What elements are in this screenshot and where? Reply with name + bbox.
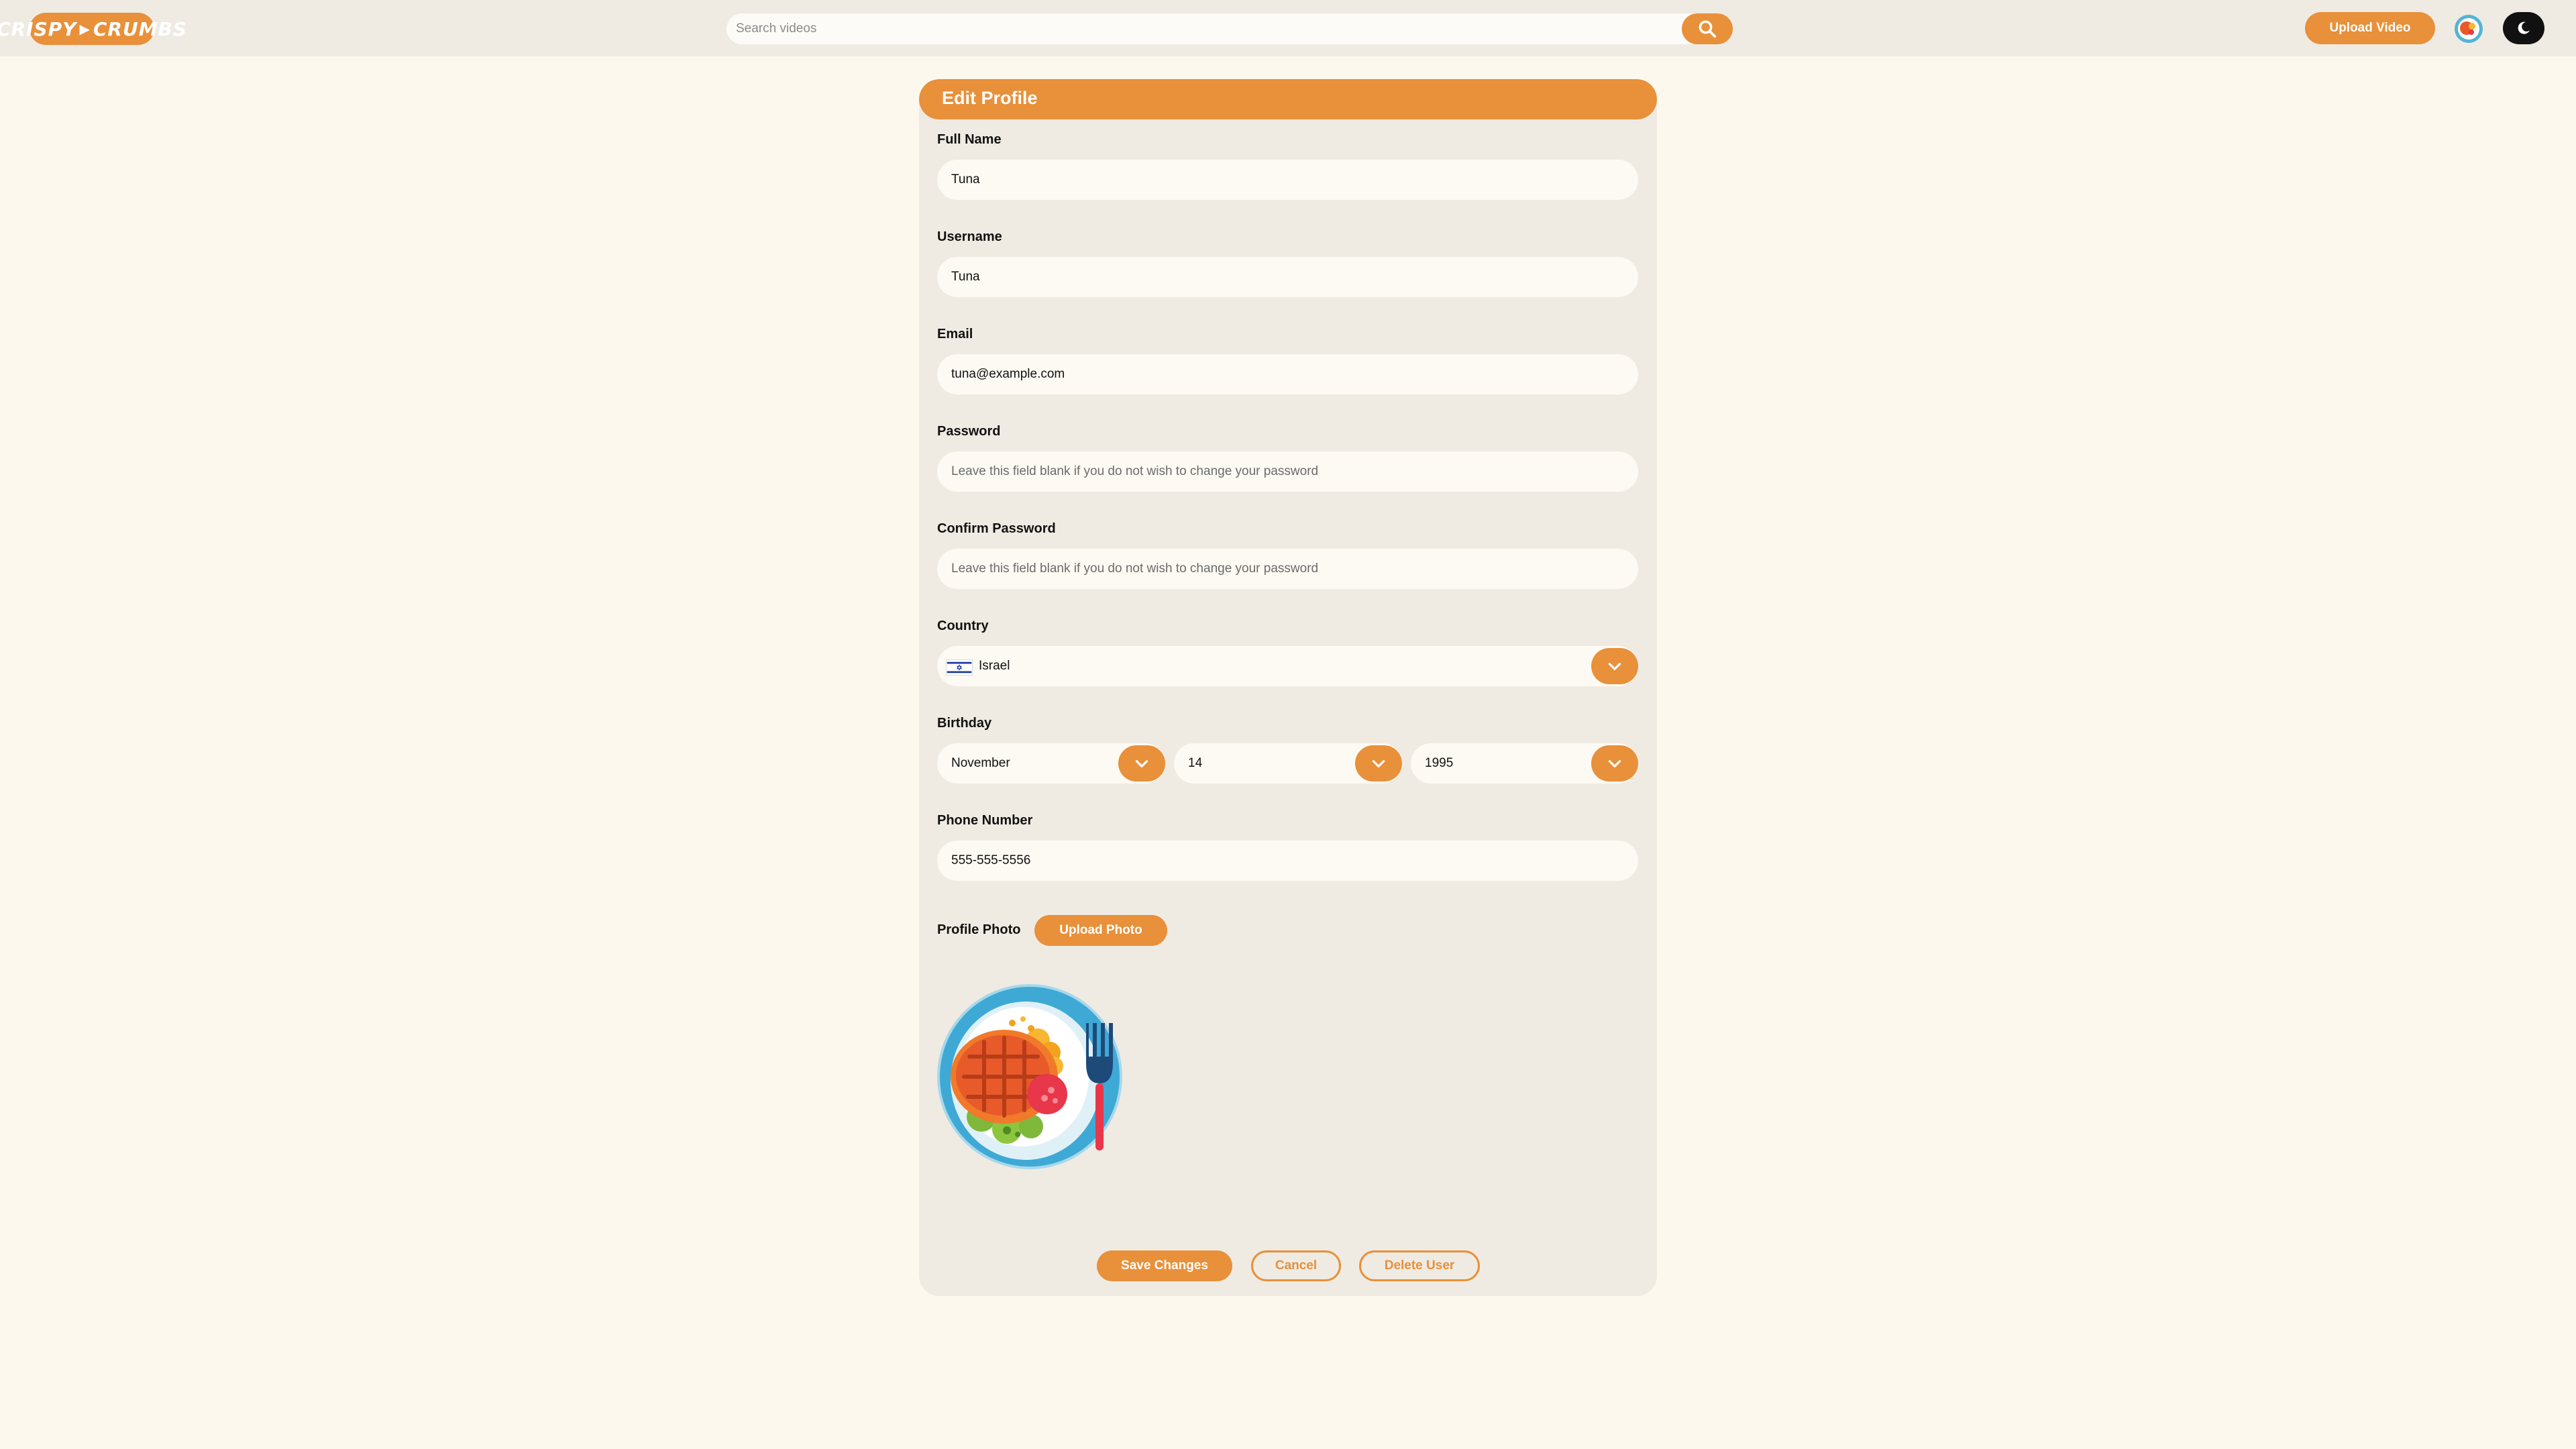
birthday-label: Birthday bbox=[937, 716, 992, 731]
dark-mode-toggle[interactable] bbox=[2503, 12, 2544, 44]
search-icon bbox=[1699, 20, 1717, 38]
card-header: Edit Profile bbox=[919, 79, 1657, 119]
search-input[interactable] bbox=[727, 13, 1679, 44]
logo-text-right: CRUMBS bbox=[93, 17, 188, 40]
country-select[interactable]: Israel bbox=[937, 646, 1638, 686]
country-value: Israel bbox=[979, 659, 1010, 673]
crispy-crumbs-logo[interactable]: CRISPY ▶ CRUMBS bbox=[0, 13, 186, 45]
edit-profile-card: Edit Profile Full Name Username Email Pa… bbox=[919, 79, 1657, 1296]
chevron-down-icon bbox=[1372, 760, 1385, 767]
birthday-month-select[interactable]: November bbox=[937, 743, 1165, 784]
birthday-day-value: 14 bbox=[1188, 756, 1203, 770]
confirm-password-field[interactable] bbox=[937, 549, 1638, 589]
upload-photo-button[interactable]: Upload Photo bbox=[1034, 915, 1167, 946]
email-label: Email bbox=[937, 327, 973, 341]
save-changes-button[interactable]: Save Changes bbox=[1097, 1250, 1232, 1281]
country-dropdown-button[interactable] bbox=[1591, 648, 1638, 684]
logo-text-left: CRISPY bbox=[0, 17, 77, 40]
cancel-button[interactable]: Cancel bbox=[1251, 1250, 1341, 1281]
password-field[interactable] bbox=[937, 451, 1638, 492]
play-icon: ▶ bbox=[79, 21, 91, 37]
password-label: Password bbox=[937, 424, 1001, 439]
profile-photo-label: Profile Photo bbox=[937, 922, 1021, 937]
page-title: Edit Profile bbox=[942, 88, 1038, 108]
full-name-label: Full Name bbox=[937, 132, 1002, 147]
username-field[interactable] bbox=[937, 257, 1638, 297]
birthday-day-select[interactable]: 14 bbox=[1174, 743, 1402, 784]
top-navbar: CRISPY ▶ CRUMBS Upload Video bbox=[0, 0, 2576, 56]
year-dropdown-button[interactable] bbox=[1591, 745, 1638, 782]
upload-video-button[interactable]: Upload Video bbox=[2305, 12, 2435, 44]
moon-icon bbox=[2518, 21, 2530, 34]
birthday-year-value: 1995 bbox=[1425, 756, 1454, 770]
israel-flag-icon bbox=[946, 659, 973, 676]
phone-number-label: Phone Number bbox=[937, 813, 1033, 828]
full-name-field[interactable] bbox=[937, 160, 1638, 200]
birthday-year-select[interactable]: 1995 bbox=[1411, 743, 1638, 784]
country-label: Country bbox=[937, 619, 989, 633]
email-field[interactable] bbox=[937, 354, 1638, 394]
month-dropdown-button[interactable] bbox=[1118, 745, 1165, 782]
username-label: Username bbox=[937, 229, 1002, 244]
chevron-down-icon bbox=[1608, 760, 1621, 767]
search-bar bbox=[727, 13, 1733, 44]
chevron-down-icon bbox=[1135, 760, 1148, 767]
delete-user-button[interactable]: Delete User bbox=[1359, 1250, 1480, 1281]
chevron-down-icon bbox=[1608, 663, 1621, 670]
confirm-password-label: Confirm Password bbox=[937, 521, 1056, 536]
food-plate-icon bbox=[937, 984, 1122, 1169]
day-dropdown-button[interactable] bbox=[1355, 745, 1402, 782]
search-button[interactable] bbox=[1682, 13, 1733, 44]
phone-number-field[interactable] bbox=[937, 841, 1638, 881]
user-avatar[interactable] bbox=[2455, 15, 2483, 43]
birthday-month-value: November bbox=[951, 756, 1010, 770]
food-plate-icon bbox=[2455, 15, 2482, 42]
